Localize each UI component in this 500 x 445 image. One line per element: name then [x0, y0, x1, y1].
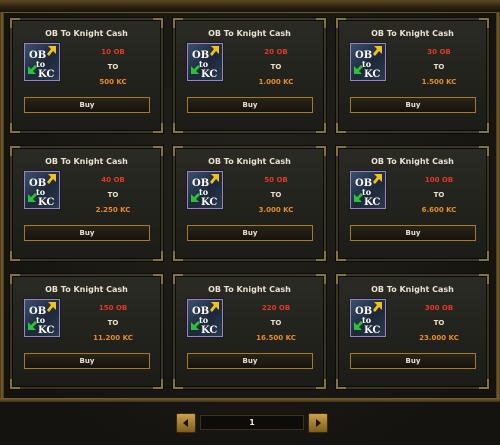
svg-text:to: to — [199, 187, 209, 197]
buy-button[interactable]: Buy — [24, 97, 150, 113]
kc-amount: 1.500 KC — [421, 78, 457, 86]
kc-amount: 2.250 KC — [95, 206, 131, 214]
buy-button[interactable]: Buy — [350, 353, 476, 369]
ob-to-kc-icon: OB to KC — [187, 171, 223, 209]
pagination: 1 — [176, 413, 328, 435]
offer-title: OB To Knight Cash — [45, 29, 128, 38]
ob-amount: 300 OB — [424, 304, 454, 312]
kc-amount: 500 KC — [99, 78, 127, 86]
kc-amount: 3.000 KC — [258, 206, 294, 214]
ob-amount: 10 OB — [101, 48, 125, 56]
svg-text:to: to — [36, 59, 46, 69]
to-label: TO — [107, 63, 119, 71]
svg-text:to: to — [362, 187, 372, 197]
ob-to-kc-icon: OB to KC — [24, 171, 60, 209]
offer-title: OB To Knight Cash — [371, 157, 454, 166]
kc-amount: 23.000 KC — [419, 334, 459, 342]
offer-title: OB To Knight Cash — [371, 285, 454, 294]
to-label: TO — [433, 191, 445, 199]
offer-card: OB To Knight Cash OB to KC 100 OB TO 6.6… — [336, 146, 489, 261]
to-label: TO — [107, 319, 119, 327]
svg-text:KC: KC — [364, 69, 380, 80]
svg-text:to: to — [36, 315, 46, 325]
buy-button[interactable]: Buy — [350, 97, 476, 113]
buy-button[interactable]: Buy — [350, 225, 476, 241]
kc-amount: 1.000 KC — [258, 78, 294, 86]
ob-amount: 100 OB — [424, 176, 454, 184]
buy-button[interactable]: Buy — [24, 225, 150, 241]
shop-panel: OB To Knight Cash OB to KC 10 OB TO 500 … — [0, 0, 500, 445]
ob-amount: 150 OB — [98, 304, 128, 312]
svg-text:KC: KC — [364, 325, 380, 336]
offer-title: OB To Knight Cash — [371, 29, 454, 38]
svg-text:KC: KC — [38, 197, 54, 208]
ob-amount: 30 OB — [427, 48, 451, 56]
buy-button[interactable]: Buy — [187, 225, 313, 241]
offer-card: OB To Knight Cash OB to KC 10 OB TO 500 … — [10, 18, 163, 133]
svg-text:to: to — [199, 59, 209, 69]
offer-title: OB To Knight Cash — [208, 157, 291, 166]
offer-grid: OB To Knight Cash OB to KC 10 OB TO 500 … — [10, 18, 490, 396]
kc-amount: 16.500 KC — [256, 334, 296, 342]
ob-to-kc-icon: OB to KC — [24, 299, 60, 337]
ob-to-kc-icon: OB to KC — [350, 43, 386, 81]
svg-text:KC: KC — [201, 69, 217, 80]
offer-title: OB To Knight Cash — [45, 285, 128, 294]
svg-text:KC: KC — [38, 325, 54, 336]
offer-card: OB To Knight Cash OB to KC 20 OB TO 1.00… — [173, 18, 326, 133]
svg-text:KC: KC — [201, 325, 217, 336]
to-label: TO — [270, 63, 282, 71]
to-label: TO — [270, 191, 282, 199]
next-page-button[interactable] — [308, 413, 328, 433]
buy-button[interactable]: Buy — [24, 353, 150, 369]
panel-right-border — [496, 12, 500, 400]
prev-page-button[interactable] — [176, 413, 196, 433]
ob-to-kc-icon: OB to KC — [187, 299, 223, 337]
offer-card: OB To Knight Cash OB to KC 220 OB TO 16.… — [173, 274, 326, 389]
offer-title: OB To Knight Cash — [208, 285, 291, 294]
to-label: TO — [433, 319, 445, 327]
panel-bottom-border — [0, 398, 500, 402]
offer-title: OB To Knight Cash — [45, 157, 128, 166]
ob-amount: 20 OB — [264, 48, 288, 56]
arrow-right-icon — [316, 419, 321, 427]
offer-card: OB To Knight Cash OB to KC 50 OB TO 3.00… — [173, 146, 326, 261]
svg-text:to: to — [362, 59, 372, 69]
svg-text:KC: KC — [364, 197, 380, 208]
to-label: TO — [270, 319, 282, 327]
svg-text:to: to — [199, 315, 209, 325]
offer-card: OB To Knight Cash OB to KC 150 OB TO 11.… — [10, 274, 163, 389]
svg-text:KC: KC — [38, 69, 54, 80]
ob-to-kc-icon: OB to KC — [187, 43, 223, 81]
offer-title: OB To Knight Cash — [208, 29, 291, 38]
buy-button[interactable]: Buy — [187, 97, 313, 113]
kc-amount: 6.600 KC — [421, 206, 457, 214]
arrow-left-icon — [183, 419, 188, 427]
ob-amount: 220 OB — [261, 304, 291, 312]
panel-top-border — [0, 0, 500, 13]
svg-text:to: to — [362, 315, 372, 325]
svg-text:to: to — [36, 187, 46, 197]
ob-to-kc-icon: OB to KC — [24, 43, 60, 81]
to-label: TO — [107, 191, 119, 199]
ob-amount: 40 OB — [101, 176, 125, 184]
to-label: TO — [433, 63, 445, 71]
svg-text:KC: KC — [201, 197, 217, 208]
panel-left-border — [0, 12, 4, 400]
offer-card: OB To Knight Cash OB to KC 300 OB TO 23.… — [336, 274, 489, 389]
offer-card: OB To Knight Cash OB to KC 40 OB TO 2.25… — [10, 146, 163, 261]
kc-amount: 11.200 KC — [93, 334, 133, 342]
buy-button[interactable]: Buy — [187, 353, 313, 369]
ob-amount: 50 OB — [264, 176, 288, 184]
ob-to-kc-icon: OB to KC — [350, 299, 386, 337]
page-number: 1 — [200, 415, 304, 430]
ob-to-kc-icon: OB to KC — [350, 171, 386, 209]
offer-card: OB To Knight Cash OB to KC 30 OB TO 1.50… — [336, 18, 489, 133]
